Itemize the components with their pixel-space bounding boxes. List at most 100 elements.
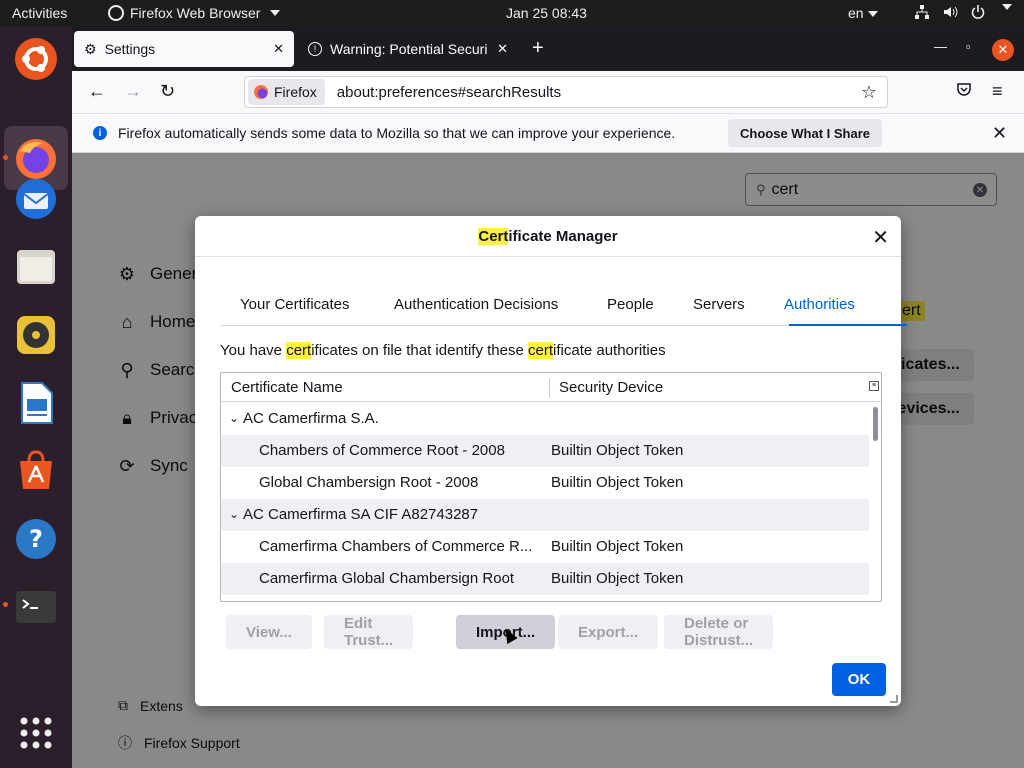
app-menu-label: Firefox Web Browser	[130, 5, 261, 21]
ok-button[interactable]: OK	[832, 663, 886, 696]
cert-device: Builtin Object Token	[551, 474, 684, 491]
table-row[interactable]: Chambers of Commerce Root - 2008 Builtin…	[221, 435, 869, 467]
gnome-top-bar: Activities Firefox Web Browser Jan 25 08…	[0, 0, 1024, 27]
tab-authentication-decisions[interactable]: Authentication Decisions	[394, 296, 558, 313]
info-circle-icon: !	[308, 42, 322, 56]
tab-label: Warning: Potential Securi	[330, 41, 488, 57]
desc-highlight: cert	[286, 342, 312, 359]
desc-text: ificate authorities	[553, 342, 666, 359]
app-center-dock-item[interactable]	[12, 447, 60, 495]
activities-button[interactable]: Activities	[12, 5, 67, 21]
export-button[interactable]: Export...	[558, 615, 659, 649]
chevron-down-icon	[1002, 4, 1012, 10]
tab-authorities[interactable]: Authorities	[784, 296, 855, 313]
maximize-icon[interactable]: ▫	[966, 39, 971, 54]
tree-group-row[interactable]: ⌄ AC Camerfirma SA CIF A82743287	[221, 499, 869, 531]
clock[interactable]: Jan 25 08:43	[506, 5, 587, 21]
thunderbird-icon	[16, 179, 56, 219]
column-security-device[interactable]: Security Device	[559, 379, 663, 396]
files-icon	[17, 250, 55, 284]
tab-servers[interactable]: Servers	[693, 296, 745, 313]
chevron-down-icon	[867, 11, 878, 18]
thunderbird-dock-item[interactable]	[12, 175, 60, 223]
tab-settings[interactable]: ⚙ Settings ✕	[74, 31, 294, 67]
language-indicator[interactable]: en	[848, 5, 878, 21]
minimize-icon[interactable]: —	[934, 39, 947, 54]
tab-people[interactable]: People	[607, 296, 654, 313]
files-dock-item[interactable]	[12, 243, 60, 291]
power-icon	[971, 5, 985, 19]
new-tab-button[interactable]: +	[532, 37, 544, 60]
running-indicator	[3, 602, 8, 607]
table-row[interactable]: Camerfirma Chambers of Commerce R... Bui…	[221, 531, 869, 563]
forward-arrow-icon[interactable]: →	[124, 81, 142, 102]
help-icon: ?	[16, 519, 56, 559]
system-tray[interactable]	[914, 4, 1012, 20]
firefox-icon	[254, 85, 268, 99]
gear-icon: ⚙	[84, 40, 97, 57]
app-grid-icon	[20, 717, 52, 749]
cert-name: AC Camerfirma SA CIF A82743287	[243, 506, 479, 523]
pocket-icon[interactable]	[956, 81, 972, 102]
cert-name: Camerfirma Global Chambersign Root	[259, 570, 515, 587]
writer-dock-item[interactable]	[12, 379, 60, 427]
edit-trust-button[interactable]: Edit Trust...	[324, 615, 414, 649]
tree-header: Certificate Name Security Device ≡	[221, 373, 881, 402]
ubuntu-dock-item[interactable]	[12, 35, 60, 83]
delete-or-distrust-button[interactable]: Delete or Distrust...	[664, 615, 774, 649]
terminal-dock-item[interactable]	[12, 583, 60, 631]
choose-what-i-share-button[interactable]: Choose What I Share	[728, 119, 883, 147]
tab-bar: ⚙ Settings ✕ ! Warning: Potential Securi…	[72, 27, 1024, 71]
cert-name: Camerfirma Chambers of Commerce R...	[259, 538, 533, 555]
app-center-icon	[20, 450, 52, 489]
certificate-manager-dialog: Cert ificate Manager ✕ Your Certificates …	[195, 216, 907, 706]
reload-icon[interactable]: ↻	[160, 81, 175, 102]
help-dock-item[interactable]: ?	[12, 515, 60, 563]
column-separator[interactable]	[549, 378, 550, 398]
close-icon[interactable]: ✕	[872, 225, 889, 250]
url-text[interactable]: about:preferences#searchResults	[337, 84, 561, 101]
back-arrow-icon[interactable]: ←	[88, 81, 106, 102]
cert-device: Builtin Object Token	[551, 442, 684, 459]
language-label: en	[848, 5, 864, 21]
close-window-icon[interactable]: ✕	[992, 39, 1014, 61]
view-button[interactable]: View...	[226, 615, 312, 649]
ubuntu-icon	[15, 38, 57, 80]
table-row[interactable]: Global Chambersign Root - 2008 Builtin O…	[221, 467, 869, 499]
desc-text: You have	[220, 342, 287, 359]
resize-grip[interactable]	[890, 695, 898, 703]
close-tab-icon[interactable]: ✕	[273, 41, 284, 57]
network-icon	[915, 5, 929, 19]
firefox-icon	[108, 5, 124, 21]
chevron-down-icon[interactable]: ⌄	[229, 507, 239, 521]
close-tab-icon[interactable]: ✕	[497, 41, 508, 57]
selected-tab-indicator	[789, 324, 907, 326]
info-icon: i	[93, 126, 107, 140]
certificate-tree[interactable]: Certificate Name Security Device ≡ ⌄ AC …	[220, 372, 882, 602]
terminal-icon	[16, 591, 56, 623]
volume-icon	[944, 6, 958, 18]
identity-box[interactable]: Firefox	[248, 79, 325, 105]
running-indicator	[3, 155, 8, 160]
chevron-down-icon	[270, 10, 281, 16]
column-certificate-name[interactable]: Certificate Name	[231, 379, 343, 396]
star-icon[interactable]: ☆	[861, 82, 877, 103]
tree-group-row[interactable]: ⌄ AC Camerfirma S.A.	[221, 403, 869, 435]
infobar-message: Firefox automatically sends some data to…	[118, 125, 676, 141]
rhythmbox-dock-item[interactable]	[12, 311, 60, 359]
svg-text:?: ?	[29, 525, 43, 553]
hamburger-menu-icon[interactable]: ≡	[992, 81, 1003, 102]
app-menu[interactable]: Firefox Web Browser	[108, 5, 281, 21]
chevron-down-icon[interactable]: ⌄	[229, 411, 239, 425]
table-row[interactable]: Camerfirma Global Chambersign Root Built…	[221, 563, 869, 595]
column-picker-icon[interactable]: ≡	[869, 381, 879, 391]
cert-name: Global Chambersign Root - 2008	[259, 474, 479, 491]
tab-your-certificates[interactable]: Your Certificates	[240, 296, 350, 313]
libreoffice-writer-icon	[21, 382, 53, 424]
url-bar[interactable]: Firefox about:preferences#searchResults …	[244, 76, 888, 108]
tab-warning[interactable]: ! Warning: Potential Securi ✕	[298, 31, 518, 67]
rhythmbox-icon	[17, 316, 55, 354]
tree-scrollbar[interactable]	[873, 407, 878, 441]
close-icon[interactable]: ✕	[992, 123, 1007, 144]
app-grid-button[interactable]	[12, 709, 60, 757]
